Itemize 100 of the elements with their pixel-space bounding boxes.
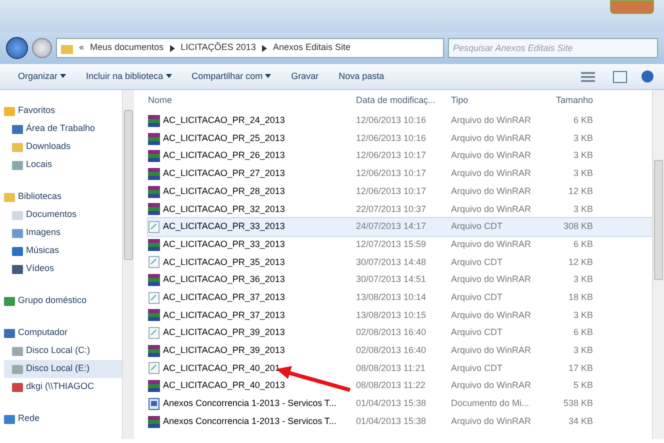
scrollbar[interactable] (122, 90, 134, 439)
toolbar-button[interactable]: Gravar (283, 68, 327, 86)
file-row[interactable]: Anexos Concorrencia 1-2013 - Servicos T... 01/04/2013 15:38 Documento do Mi... 538 KB (148, 395, 652, 413)
file-name: AC_LICITACAO_PR_28_2013 (163, 184, 285, 198)
sidebar-item[interactable]: dkgi (\\THIAGOC (4, 378, 122, 396)
caret-icon (60, 74, 66, 78)
search-field[interactable]: Pesquisar Anexos Editais Site (448, 38, 658, 58)
size-cell-text: 3 KB (572, 202, 593, 216)
archive-icon (148, 238, 160, 251)
drawing-file-icon (148, 256, 160, 268)
date-cell-text: 13/08/2013 10:15 (356, 308, 428, 322)
scrollbar[interactable] (652, 90, 664, 439)
type-cell-text: Arquivo do WinRAR (451, 273, 532, 286)
toolbar-button[interactable]: Organizar (10, 68, 74, 86)
sidebar-item[interactable]: Disco Local (E:) (4, 360, 122, 378)
sidebar-item[interactable]: Downloads (4, 138, 122, 156)
size-cell-text: 17 KB (567, 362, 593, 375)
file-row[interactable]: AC_LICITACAO_PR_40_201 08/08/2013 11:21 Arquivo CDT 17 KB (148, 360, 652, 378)
breadcrumb[interactable]: LICITAÇÕES 2013 (180, 41, 256, 55)
sidebar-item[interactable]: Bibliotecas (4, 188, 122, 206)
file-name: AC_LICITACAO_PR_32_2013 (163, 202, 285, 216)
music-note-icon (12, 246, 23, 256)
archive-icon (148, 114, 160, 127)
date-cell-text: 12/06/2013 10:17 (356, 149, 428, 162)
chevron-icon (262, 44, 267, 52)
size-cell-text: 3 KB (572, 308, 593, 322)
file-row[interactable]: AC_LICITACAO_PR_39_2013 02/08/2013 16:40 Arquivo CDT 6 KB (148, 324, 652, 342)
sidebar-item[interactable]: Locais (4, 156, 122, 174)
back-button[interactable] (6, 37, 28, 59)
address-bar[interactable]: « Meus documentos LICITAÇÕES 2013 Anexos Editais Site (56, 38, 444, 58)
file-name: AC_LICITACAO_PR_33_2013 (163, 220, 285, 234)
breadcrumb[interactable]: Meus documentos (90, 41, 164, 55)
folder-icon (4, 414, 15, 424)
sidebar-item[interactable]: Grupo doméstico (4, 292, 122, 310)
help-icon[interactable] (641, 70, 654, 83)
type-cell-text: Arquivo do WinRAR (451, 414, 532, 428)
file-name: AC_LICITACAO_PR_24_2013 (163, 114, 285, 128)
date-cell-text: 08/08/2013 11:21 (356, 362, 426, 375)
toolbar-button[interactable]: Compartilhar com (184, 68, 280, 86)
sidebar-item[interactable]: Vídeos (4, 260, 122, 278)
column-header[interactable]: Tipo (451, 94, 541, 108)
file-row[interactable]: AC_LICITACAO_PR_24_2013 12/06/2013 10:16 Arquivo do WinRAR 6 KB (148, 112, 652, 130)
file-row[interactable]: AC_LICITACAO_PR_25_2013 12/06/2013 10:16 Arquivo do WinRAR 3 KB (148, 130, 652, 148)
file-row[interactable]: AC_LICITACAO_PR_40_2013 08/08/2013 11:22 Arquivo do WinRAR 5 KB (148, 377, 652, 395)
toolbar-button[interactable]: Incluir na biblioteca (78, 68, 180, 86)
preview-pane-icon[interactable] (613, 70, 627, 82)
file-name: AC_LICITACAO_PR_40_201 (163, 362, 280, 375)
date-cell-text: 22/07/2013 10:37 (356, 202, 428, 216)
file-row[interactable]: AC_LICITACAO_PR_28_2013 12/06/2013 10:17 Arquivo do WinRAR 12 KB (148, 182, 652, 200)
toolbar-button[interactable]: Nova pasta (330, 68, 392, 86)
date-cell-text: 30/07/2013 14:48 (356, 256, 428, 269)
folder-icon (4, 192, 15, 202)
size-cell-text: 3 KB (572, 344, 593, 358)
file-row[interactable]: AC_LICITACAO_PR_32_2013 22/07/2013 10:37 Arquivo do WinRAR 3 KB (148, 200, 652, 218)
breadcrumb-overflow[interactable]: « (79, 41, 84, 55)
drawing-file-icon (148, 220, 160, 233)
file-row[interactable]: AC_LICITACAO_PR_37_2013 13/08/2013 10:15 Arquivo do WinRAR 3 KB (148, 306, 652, 324)
type-cell-text: Arquivo do WinRAR (451, 114, 532, 128)
file-name: AC_LICITACAO_PR_27_2013 (163, 167, 285, 180)
drive-icon (12, 382, 23, 392)
folder-icon (12, 160, 23, 170)
date-cell-text: 12/07/2013 15:59 (356, 238, 428, 251)
sidebar-item[interactable]: Favoritos (4, 102, 122, 120)
caret-icon (265, 74, 272, 78)
drive-icon (12, 346, 23, 356)
archive-icon (148, 274, 160, 286)
file-row[interactable]: AC_LICITACAO_PR_26_2013 12/06/2013 10:17 Arquivo do WinRAR 3 KB (148, 147, 652, 166)
breadcrumb[interactable]: Anexos Editais Site (272, 41, 350, 55)
type-cell-text: Arquivo do WinRAR (451, 202, 532, 216)
sidebar-item[interactable]: Músicas (4, 242, 122, 260)
file-row[interactable]: AC_LICITACAO_PR_27_2013 12/06/2013 10:17 Arquivo do WinRAR 3 KB (148, 165, 652, 183)
archive-icon (148, 186, 160, 198)
file-name: AC_LICITACAO_PR_40_2013 (163, 379, 285, 392)
folder-icon (61, 42, 73, 54)
file-row[interactable]: AC_LICITACAO_PR_37_2013 13/08/2013 10:14 Arquivo CDT 18 KB (148, 288, 652, 307)
sidebar-item[interactable]: Documentos (4, 206, 122, 224)
file-row[interactable]: Anexos Concorrencia 1-2013 - Servicos T... 01/04/2013 15:38 Arquivo do WinRAR 34 KB (148, 412, 652, 430)
view-icon[interactable] (581, 72, 595, 82)
column-header[interactable]: Nome (148, 94, 356, 108)
type-cell-text: Arquivo do WinRAR (451, 149, 532, 162)
file-row[interactable]: AC_LICITACAO_PR_35_2013 30/07/2013 14:48 Arquivo CDT 12 KB (148, 254, 652, 272)
sidebar-item[interactable]: Imagens (4, 224, 122, 242)
archive-icon (148, 309, 160, 322)
archive-icon (148, 416, 160, 428)
sidebar-item[interactable]: Computador (4, 324, 122, 342)
file-row[interactable]: AC_LICITACAO_PR_36_2013 30/07/2013 14:51 Arquivo do WinRAR 3 KB (148, 271, 652, 289)
file-row[interactable]: AC_LICITACAO_PR_39_2013 02/08/2013 16:40 Arquivo do WinRAR 3 KB (148, 342, 652, 360)
sidebar-item[interactable]: Área de Trabalho (4, 120, 122, 138)
column-header[interactable]: Tamanho (541, 94, 593, 108)
size-cell-text: 18 KB (567, 290, 593, 304)
sidebar-item[interactable]: Rede (4, 410, 122, 428)
file-row[interactable]: AC_LICITACAO_PR_33_2013 12/07/2013 15:59 Arquivo do WinRAR 6 KB (148, 236, 652, 254)
size-cell-text: 3 KB (572, 273, 593, 286)
sidebar-item[interactable]: Disco Local (C:) (4, 342, 122, 360)
folder-icon (4, 328, 15, 338)
column-header[interactable]: Data de modificaç... (356, 94, 451, 108)
drive-icon (12, 364, 23, 374)
file-row[interactable]: AC_LICITACAO_PR_33_2013 24/07/2013 14:17 Arquivo CDT 308 KB (148, 218, 652, 236)
size-cell-text: 3 KB (572, 132, 593, 145)
archive-icon (148, 132, 160, 145)
